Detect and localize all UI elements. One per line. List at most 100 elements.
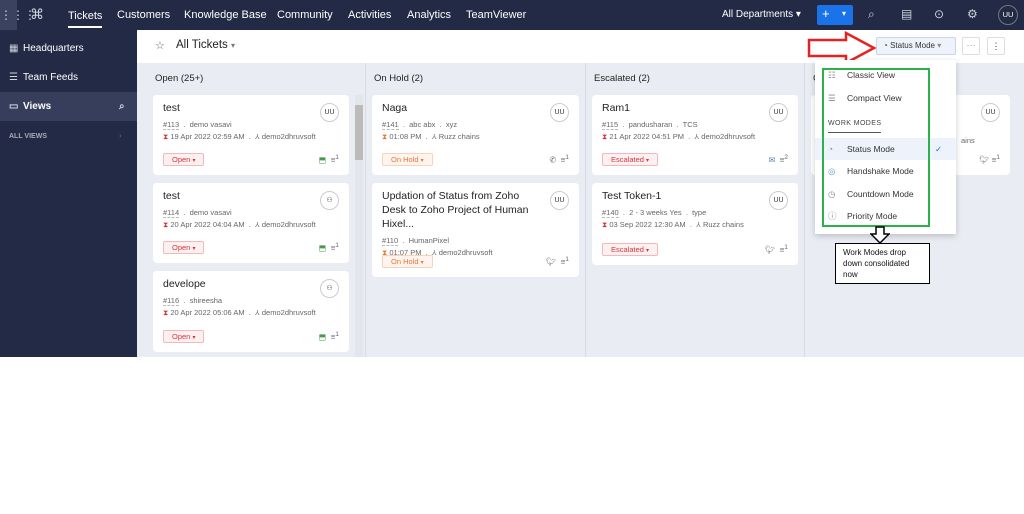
assignee-avatar[interactable]: UU	[320, 103, 339, 122]
search-icon[interactable]: ⌕	[868, 7, 875, 22]
account-name[interactable]: demo2dhruvsoft	[262, 308, 316, 317]
thread-count[interactable]: 1	[996, 154, 1000, 161]
nav-knowledge-base[interactable]: Knowledge Base	[184, 0, 267, 30]
assignee-avatar[interactable]: UU	[769, 103, 788, 122]
chevron-down-icon: ▾	[795, 9, 801, 20]
sidebar-item-team-feeds[interactable]: ☰ Team Feeds	[0, 63, 137, 92]
due-time: 01:08 PM	[389, 132, 422, 141]
ticket-id[interactable]: #141	[382, 120, 399, 130]
phone-icon: ✆	[549, 156, 557, 165]
sidebar-item-views[interactable]: ▭ Views ⌕	[0, 92, 137, 121]
star-icon[interactable]: ☆	[155, 39, 165, 52]
apps-grid-icon[interactable]: ⋮⋮⋮	[0, 0, 36, 30]
account-name[interactable]: Ruzz chains	[439, 132, 480, 141]
status-badge[interactable]: Open ▾	[163, 330, 205, 343]
ticket-card[interactable]: UU Ram1 #115 . pandusharan . TCS ⧗ 21 Apr…	[592, 95, 798, 175]
assignee-avatar[interactable]: UU	[981, 103, 1000, 122]
ticket-card[interactable]: UU Test Token-1 #140 . 2 - 3 weeks Yes . …	[592, 183, 798, 265]
gamepad-icon[interactable]: ⊙	[934, 7, 944, 21]
ticket-card[interactable]: UU Updation of Status from Zoho Desk to Z…	[372, 183, 579, 277]
nav-teamviewer[interactable]: TeamViewer	[466, 0, 526, 30]
ticket-subject[interactable]: Naga	[382, 101, 532, 115]
info-icon[interactable]: ⋮	[987, 37, 1005, 55]
status-badge[interactable]: Escalated ▾	[602, 243, 659, 256]
ticket-subject[interactable]: test	[163, 101, 313, 115]
ticket-id[interactable]: #115	[602, 120, 619, 130]
scrollbar-thumb[interactable]	[355, 105, 363, 160]
account-name[interactable]: demo2dhruvsoft	[439, 248, 493, 257]
nav-community[interactable]: Community	[277, 0, 333, 30]
account-name[interactable]: demo2dhruvsoft	[262, 132, 316, 141]
annotation-note: Work Modes drop down consolidated now	[835, 243, 930, 284]
ticket-subject[interactable]: test	[163, 189, 313, 203]
all-views-label[interactable]: ALL VIEWS	[9, 133, 47, 140]
ticket-contact[interactable]: HumanPixel	[409, 236, 449, 245]
ticket-contact[interactable]: shireesha	[190, 296, 223, 305]
thread-count[interactable]: 1	[335, 331, 339, 338]
status-badge[interactable]: Open ▾	[163, 153, 205, 166]
chevron-right-icon[interactable]: ›	[119, 131, 122, 140]
assignee-avatar[interactable]: UU	[769, 191, 788, 210]
nav-customers[interactable]: Customers	[117, 0, 170, 30]
nav-analytics[interactable]: Analytics	[407, 0, 451, 30]
ticket-id[interactable]: #116	[163, 296, 180, 306]
assign-user-icon[interactable]: ⚇	[320, 279, 339, 298]
account-icon: ⅄	[255, 220, 260, 229]
ticket-contact[interactable]: 2 - 3 weeks Yes	[629, 208, 682, 217]
ticket-id[interactable]: #113	[163, 120, 180, 130]
ticket-contact[interactable]: pandusharan	[629, 120, 673, 129]
ticket-card[interactable]: ⚇ test #114 . demo vasavi ⧗ 20 Apr 2022 0…	[153, 183, 349, 263]
account-name[interactable]: demo2dhruvsoft	[262, 220, 316, 229]
assignee-avatar[interactable]: UU	[550, 103, 569, 122]
new-ticket-button[interactable]: + ▾	[817, 5, 853, 25]
thread-count[interactable]: 1	[565, 256, 569, 263]
gear-icon[interactable]: ⚙	[967, 7, 978, 21]
department-selector[interactable]: All Departments ▾	[722, 0, 801, 30]
account-name[interactable]: demo2dhruvsoft	[701, 132, 755, 141]
thread-count[interactable]: 1	[784, 244, 788, 251]
assign-user-icon[interactable]: ⚇	[320, 191, 339, 210]
thread-count[interactable]: 1	[335, 242, 339, 249]
ticket-card[interactable]: ⚇ develope #116 . shireesha ⧗ 20 Apr 2022…	[153, 271, 349, 352]
ticket-card[interactable]: UU Naga #141 . abc abx . xyz ⧗ 01:08 PM .…	[372, 95, 579, 175]
user-avatar[interactable]: UU	[998, 5, 1018, 25]
ticket-subject[interactable]: Updation of Status from Zoho Desk to Zoh…	[382, 189, 532, 231]
down-arrow-annotation	[870, 226, 890, 244]
sidebar-item-headquarters[interactable]: ▦ Headquarters	[0, 34, 137, 63]
more-options-icon[interactable]: ⋯	[962, 37, 980, 55]
search-icon[interactable]: ⌕	[119, 92, 125, 121]
ticket-id[interactable]: #114	[163, 208, 180, 218]
status-badge[interactable]: Open ▾	[163, 241, 205, 254]
ticket-card[interactable]: UU test #113 . demo vasavi ⧗ 19 Apr 2022 …	[153, 95, 349, 175]
ticket-id[interactable]: #140	[602, 208, 619, 218]
ticket-subject[interactable]: Ram1	[602, 101, 752, 115]
ticket-contact[interactable]: abc abx	[409, 120, 435, 129]
status-badge[interactable]: Escalated ▾	[602, 153, 659, 166]
card-icons: ✆ ≡1	[549, 154, 569, 165]
ticket-id[interactable]: #110	[382, 236, 399, 246]
status-badge[interactable]: On Hold ▾	[382, 255, 433, 268]
view-selector[interactable]: All Tickets ▾	[176, 39, 235, 51]
ticket-subject[interactable]: develope	[163, 277, 313, 291]
status-badge[interactable]: On Hold ▾	[382, 153, 433, 166]
assignee-avatar[interactable]: UU	[550, 191, 569, 210]
channel-web-icon: ⬒	[318, 244, 327, 253]
thread-count[interactable]: 1	[335, 154, 339, 161]
notifications-icon[interactable]: ▤	[901, 7, 912, 21]
account-name[interactable]: Ruzz chains	[703, 220, 744, 229]
view-header: ☆ All Tickets ▾ ◔ Status Mode ▾ ⋯ ⋮	[137, 30, 1024, 63]
ticket-contact[interactable]: demo vasavi	[190, 120, 232, 129]
ticket-contact[interactable]: demo vasavi	[190, 208, 232, 217]
thread-count[interactable]: 2	[784, 154, 788, 161]
account-icon: ⅄	[696, 220, 701, 229]
chevron-down-icon: ▾	[230, 41, 235, 50]
logo-icon[interactable]: ⌘	[30, 6, 44, 23]
nav-tickets[interactable]: Tickets	[68, 2, 103, 28]
scrollbar[interactable]	[355, 95, 363, 357]
chevron-down-icon[interactable]: ▾	[842, 9, 846, 18]
ticket-subject[interactable]: Test Token-1	[602, 189, 752, 203]
mode-button[interactable]: ◔ Status Mode ▾	[876, 37, 956, 55]
nav-activities[interactable]: Activities	[348, 0, 391, 30]
thread-count[interactable]: 1	[565, 154, 569, 161]
status-label: On Hold	[391, 155, 419, 164]
